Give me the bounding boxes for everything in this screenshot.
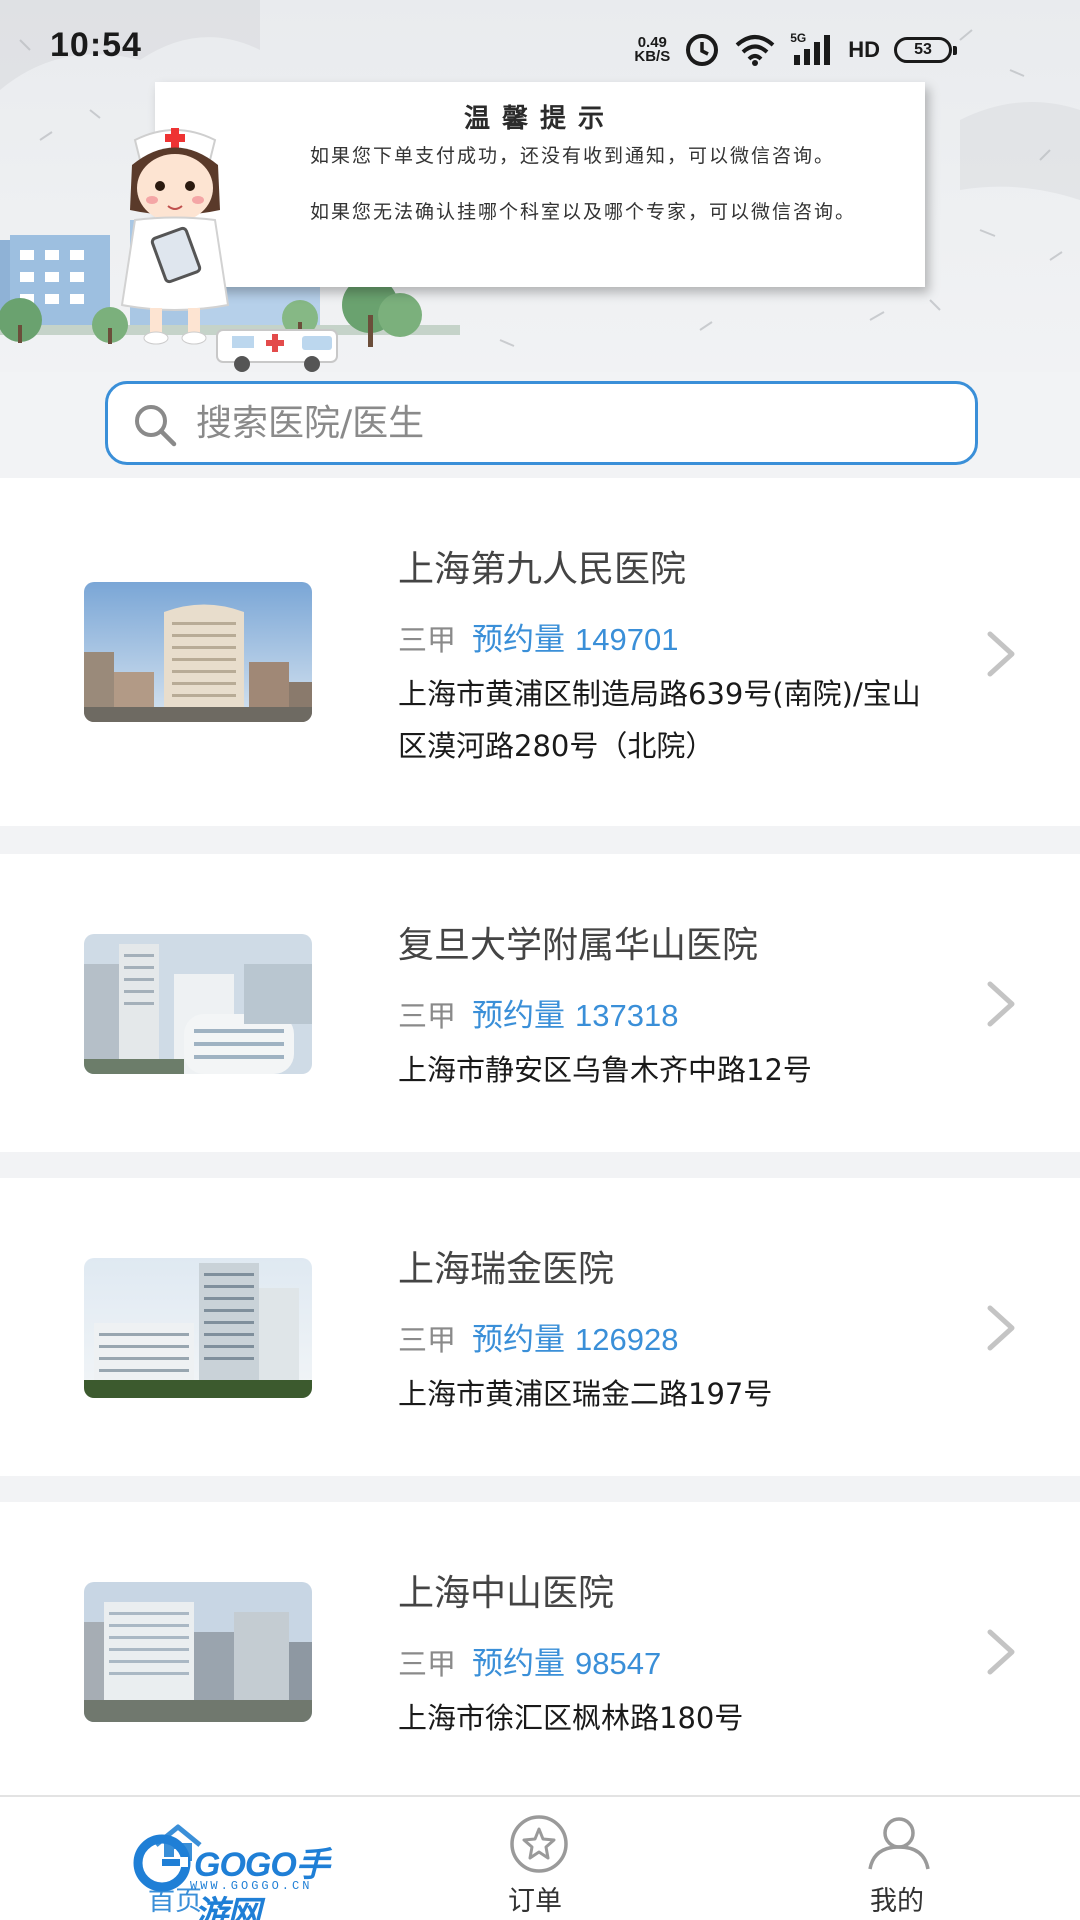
chevron-right-icon — [987, 1629, 1015, 1675]
battery-icon: 53 — [894, 37, 957, 63]
hd-voice-icon: HD — [848, 37, 880, 62]
nurse-cartoon-illustration — [120, 128, 230, 345]
appointment-count-label: 预约量 — [472, 622, 566, 658]
gogo-logo-icon — [133, 1834, 191, 1892]
appointment-count: 126928 — [575, 1322, 679, 1357]
notice-title: 温馨提示 — [463, 104, 616, 134]
appointment-count: 137318 — [575, 998, 679, 1033]
appointment-count-label: 预约量 — [472, 1646, 566, 1682]
network-speed: 0.49 KB/S — [634, 35, 671, 65]
status-time: 10:54 — [50, 26, 142, 64]
chevron-right-icon — [987, 1305, 1015, 1351]
hospital-photo — [84, 1258, 312, 1398]
hospital-address: 上海市静安区乌鲁木齐中路12号 — [398, 1053, 812, 1087]
hospital-level: 三甲 — [398, 999, 457, 1033]
hospital-level: 三甲 — [398, 1323, 457, 1357]
user-profile-icon — [868, 1817, 930, 1870]
hospital-photo — [84, 1582, 312, 1722]
hospital-photo — [84, 934, 312, 1074]
notice-line-2: 如果您无法确认挂哪个科室以及哪个专家，可以微信咨询。 — [310, 201, 857, 223]
notice-line-1: 如果您下单支付成功，还没有收到通知，可以微信咨询。 — [310, 145, 836, 167]
hospital-name: 上海瑞金医院 — [398, 1249, 615, 1290]
header-banner: 温馨提示 如果您下单支付成功，还没有收到通知，可以微信咨询。 如果您无法确认挂哪… — [0, 0, 1080, 372]
nav-mine[interactable]: 我的 — [840, 1797, 960, 1920]
hospital-name: 上海中山医院 — [398, 1573, 615, 1614]
nav-home[interactable]: 首页 GOGO手游网 WWW.GOGGO.CN — [132, 1797, 352, 1920]
hospital-name: 上海第九人民医院 — [398, 549, 687, 590]
watermark-url: WWW.GOGGO.CN — [190, 1879, 313, 1893]
appointment-count-label: 预约量 — [472, 998, 566, 1034]
hospital-card[interactable]: 上海第九人民医院 三甲 预约量 149701 上海市黄浦区制造局路639号(南院… — [0, 478, 1080, 826]
nav-orders-label: 订单 — [508, 1886, 562, 1917]
status-bar: 10:54 0.49 KB/S 5G HD 53 — [0, 0, 1080, 96]
appointment-count: 149701 — [575, 622, 679, 657]
hospital-level: 三甲 — [398, 623, 457, 657]
alarm-clock-icon — [686, 34, 719, 66]
hospital-card[interactable]: 复旦大学附属华山医院 三甲 预约量 137318 上海市静安区乌鲁木齐中路12号 — [0, 854, 1080, 1152]
appointment-count-label: 预约量 — [472, 1322, 566, 1358]
hospital-address: 上海市徐汇区枫林路180号 — [398, 1701, 744, 1735]
chevron-right-icon — [987, 981, 1015, 1027]
battery-level: 53 — [914, 41, 932, 58]
hospital-level: 三甲 — [398, 1647, 457, 1681]
warm-notice-card: 温馨提示 如果您下单支付成功，还没有收到通知，可以微信咨询。 如果您无法确认挂哪… — [155, 82, 925, 287]
hospital-address: 上海市黄浦区瑞金二路197号 — [398, 1377, 773, 1411]
hospital-meta: 三甲 预约量 98547 — [398, 1638, 661, 1683]
nav-orders[interactable]: 订单 — [480, 1797, 600, 1920]
hospital-meta: 三甲 预约量 137318 — [398, 990, 678, 1035]
status-icons: 0.49 KB/S 5G HD 53 — [634, 30, 957, 70]
chevron-right-icon — [987, 631, 1015, 677]
search-input[interactable] — [196, 384, 956, 462]
gogo-watermark: GOGO手游网 WWW.GOGGO.CN — [132, 1797, 347, 1920]
network-speed-unit: KB/S — [634, 48, 671, 65]
search-icon — [135, 405, 177, 447]
hospital-card[interactable]: 上海中山医院 三甲 预约量 98547 上海市徐汇区枫林路180号 — [0, 1502, 1080, 1802]
wifi-icon — [735, 35, 775, 66]
hospital-name: 复旦大学附属华山医院 — [398, 925, 759, 966]
bottom-navigation: 首页 GOGO手游网 WWW.GOGGO.CN 订单 我的 — [0, 1795, 1080, 1920]
cellular-signal-icon: 5G — [790, 31, 834, 67]
appointment-count: 98547 — [575, 1646, 662, 1681]
hospital-card[interactable]: 上海瑞金医院 三甲 预约量 126928 上海市黄浦区瑞金二路197号 — [0, 1178, 1080, 1476]
nav-mine-label: 我的 — [870, 1886, 924, 1917]
hospital-meta: 三甲 预约量 126928 — [398, 1314, 678, 1359]
hospital-photo — [84, 582, 312, 722]
search-bar[interactable] — [105, 381, 978, 465]
hospital-address: 上海市黄浦区制造局路639号(南院)/宝山区漠河路280号（北院） — [398, 677, 921, 763]
star-circle-icon — [510, 1815, 568, 1873]
hospital-meta: 三甲 预约量 149701 — [398, 614, 678, 659]
